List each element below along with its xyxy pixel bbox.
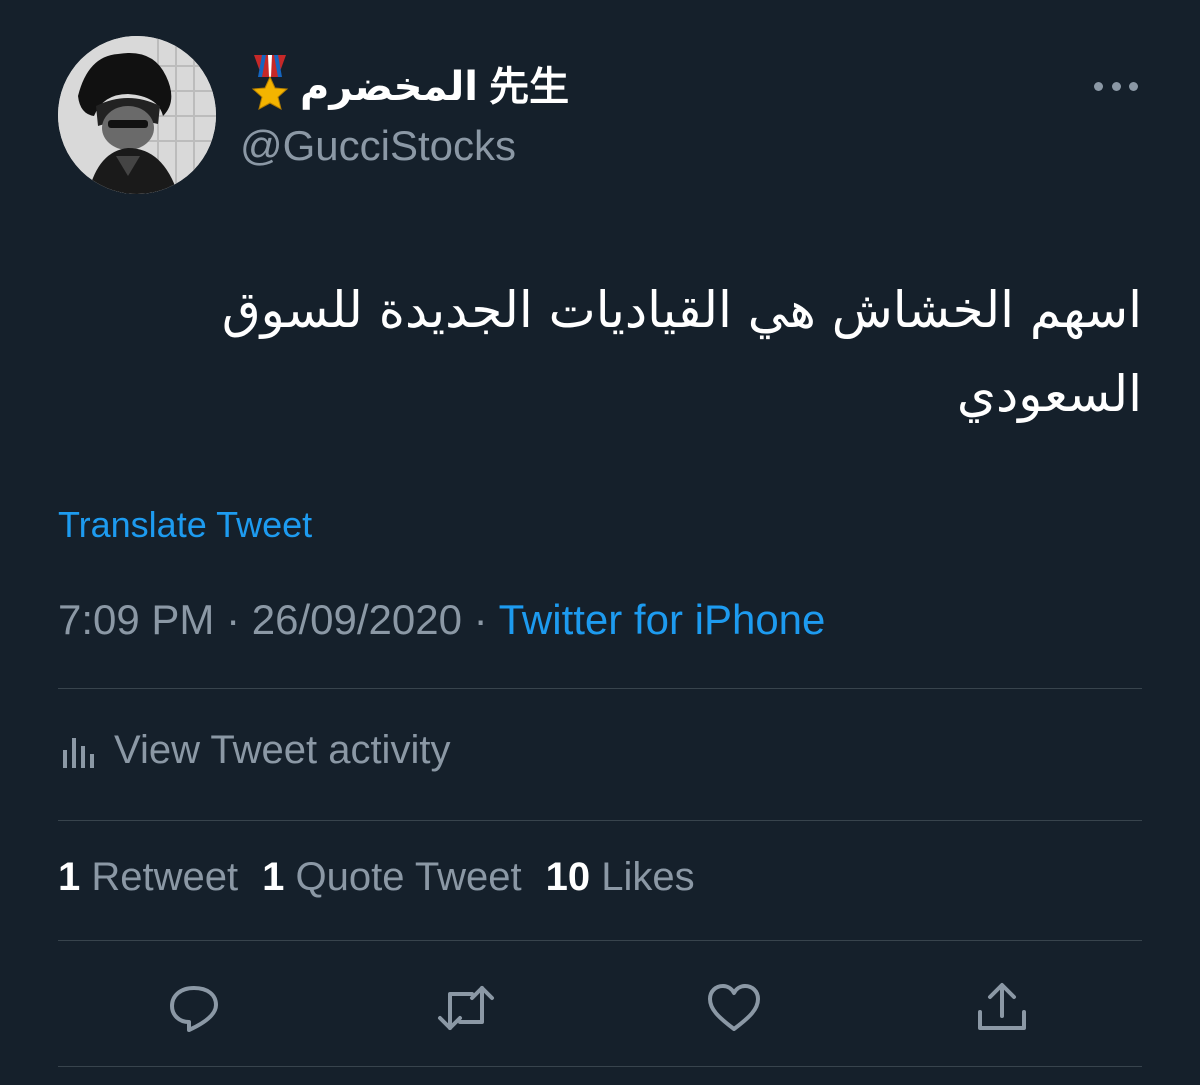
quote-label: Quote Tweet [295,855,522,899]
tweet-text: اسهم الخشاش هي القياديات الجديدة للسوق ا… [72,268,1142,436]
tweet-detail-view: المخضرم 先生 @GucciStocks اسهم الخشاش هي ا… [0,0,1200,1085]
divider [58,820,1142,821]
bar-chart-icon [63,738,94,768]
view-tweet-activity-label: View Tweet activity [114,727,451,772]
display-name-text: المخضرم 先生 [300,65,570,109]
tweet-text-line-1: اسهم الخشاش هي القياديات الجديدة للسوق [221,281,1142,339]
quote-count: 1 [262,855,285,899]
display-name[interactable]: المخضرم 先生 [248,55,569,110]
divider [58,940,1142,941]
heart-icon[interactable] [704,978,764,1038]
retweets-stat[interactable]: 1 Retweet [58,855,238,900]
retweet-label: Retweet [91,855,239,899]
separator: · [226,596,241,643]
tweet-metadata: 7:09 PM · 26/09/2020 · Twitter for iPhon… [58,596,825,644]
retweet-icon[interactable] [436,978,496,1038]
tweet-date[interactable]: 26/09/2020 [252,596,462,643]
military-medal-icon [251,55,289,110]
user-handle[interactable]: @GucciStocks [240,122,516,170]
translate-tweet-link[interactable]: Translate Tweet [58,504,312,546]
likes-label: Likes [601,855,695,899]
avatar[interactable] [58,36,216,194]
likes-count: 10 [545,855,591,899]
likes-stat[interactable]: 10 Likes [546,855,695,900]
reply-icon[interactable] [164,978,224,1038]
more-horizontal-icon[interactable] [1094,78,1138,94]
tweet-source-link[interactable]: Twitter for iPhone [499,596,826,643]
tweet-text-line-2: السعودي [956,365,1142,423]
tweet-time[interactable]: 7:09 PM [58,596,214,643]
view-tweet-activity-button[interactable]: View Tweet activity [62,722,450,778]
divider [58,688,1142,689]
quote-tweets-stat[interactable]: 1 Quote Tweet [262,855,521,900]
retweet-count: 1 [58,855,81,899]
tweet-stats: 1 Retweet 1 Quote Tweet 10 Likes [58,855,695,900]
separator: · [473,596,488,643]
share-icon[interactable] [972,978,1032,1038]
divider [58,1066,1142,1067]
